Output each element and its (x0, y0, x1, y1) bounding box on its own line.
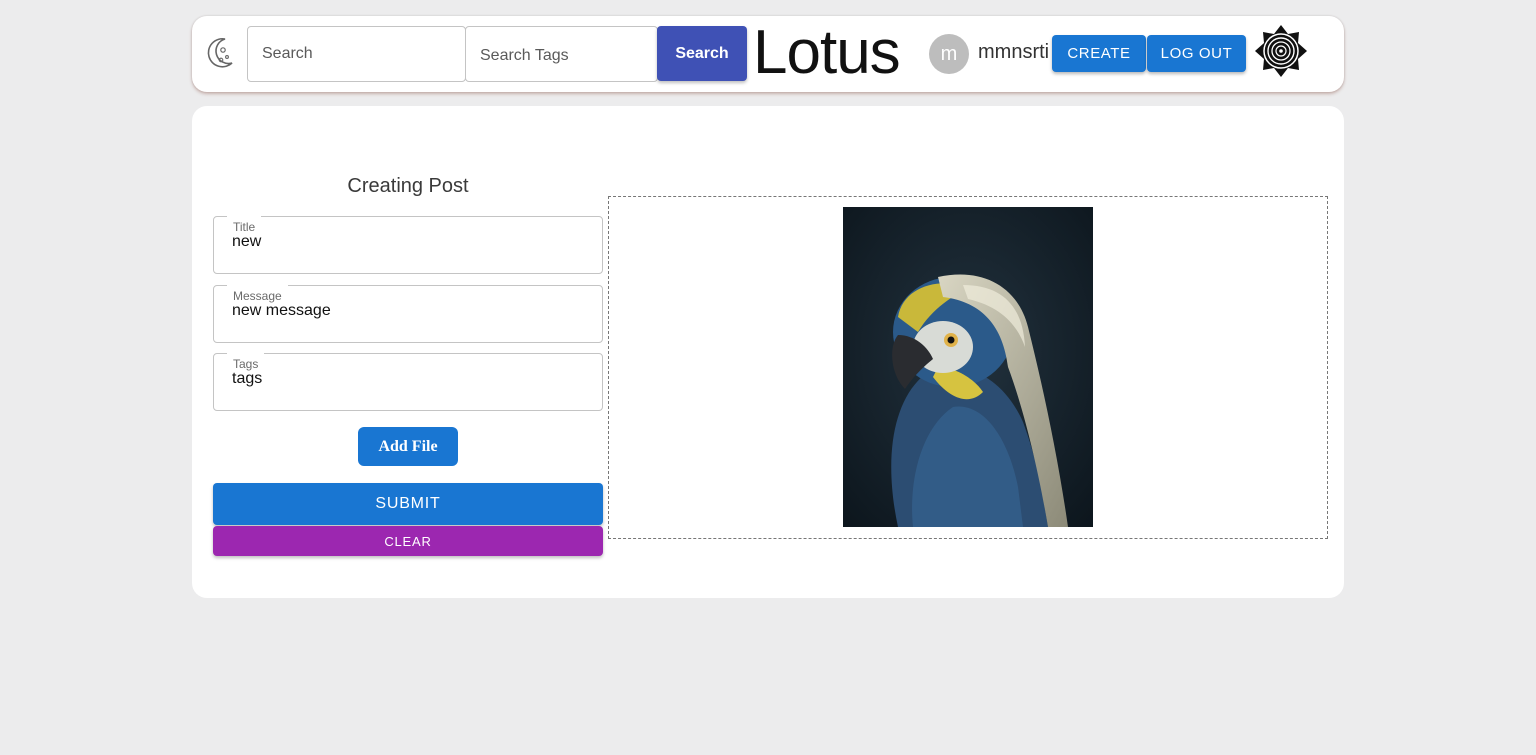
avatar: m (929, 34, 969, 74)
add-file-button[interactable]: Add File (358, 427, 458, 466)
logout-button[interactable]: LOG OUT (1147, 35, 1246, 72)
clear-button[interactable]: CLEAR (213, 526, 603, 556)
title-field-value[interactable]: new (232, 233, 592, 251)
macaw-portrait-image (843, 207, 1093, 527)
form-heading: Creating Post (347, 175, 469, 197)
message-field[interactable]: Message new message (213, 284, 603, 343)
submit-button[interactable]: SUBMIT (213, 483, 603, 525)
message-field-value[interactable]: new message (232, 302, 592, 320)
title-field[interactable]: Title new (213, 215, 603, 274)
brand-title[interactable]: Lotus (753, 20, 901, 86)
moon-icon (207, 37, 233, 68)
tags-field-value[interactable]: tags (232, 370, 592, 388)
create-button[interactable]: CREATE (1052, 35, 1146, 72)
image-preview (843, 207, 1093, 527)
search-input[interactable] (247, 26, 466, 82)
search-tags-input[interactable] (465, 26, 658, 82)
search-button[interactable]: Search (657, 26, 747, 81)
lotus-logo-icon (1255, 25, 1307, 77)
username: mmnsrti (978, 41, 1050, 63)
theme-toggle-button[interactable] (204, 36, 236, 70)
tags-field[interactable]: Tags tags (213, 352, 603, 411)
